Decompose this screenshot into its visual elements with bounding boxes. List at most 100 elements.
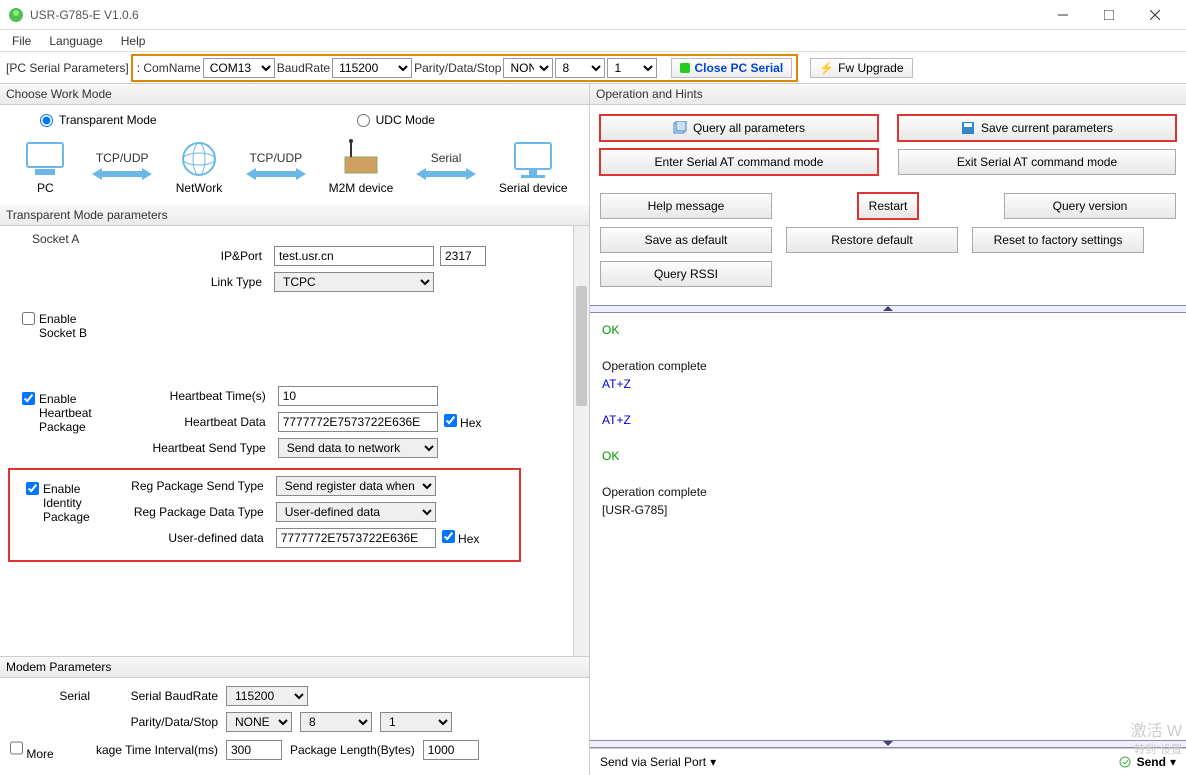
main-split: Choose Work Mode Transparent Mode UDC Mo… [0,84,1186,775]
help-button[interactable]: Help message [600,193,772,219]
log-line: Operation complete [602,485,1174,499]
pc-icon: PC [21,139,69,195]
transparent-params: Socket A IP&Port Link Type TCPC EnableSo… [0,226,589,656]
serial-device-icon: Serial device [499,139,568,195]
bolt-icon: ⚡ [819,61,834,75]
save-default-button[interactable]: Save as default [600,227,772,253]
close-pc-serial-button[interactable]: Close PC Serial [671,58,792,78]
log-line: [USR-G785] [602,503,1174,517]
enable-heartbeat[interactable]: EnableHeartbeatPackage [22,392,92,458]
baudrate-select[interactable]: 115200 [332,58,412,78]
send-button[interactable]: Send ▾ [1119,755,1176,769]
scroll-thumb[interactable] [576,286,587,406]
maximize-button[interactable] [1086,0,1132,30]
restart-button[interactable]: Restart [858,193,918,219]
exit-at-button[interactable]: Exit Serial AT command mode [898,149,1176,175]
reg-send-select[interactable]: Send register data when [276,476,436,496]
modem-header: Modem Parameters [0,656,589,678]
topology-diagram: PC TCP/UDP NetWork TCP/UDP M2M device Se… [0,135,589,205]
enter-at-button[interactable]: Enter Serial AT command mode [600,149,878,175]
ipport-label: IP&Port [8,249,268,263]
arrow-2: TCP/UDP [246,151,306,183]
hb-type-select[interactable]: Send data to network [278,438,438,458]
enable-identity[interactable]: EnableIdentityPackage [26,482,90,548]
pc-serial-params-label: [PC Serial Parameters] [6,61,129,75]
splitter-2[interactable] [590,740,1186,748]
linktype-select[interactable]: TCPC [274,272,434,292]
enable-socket-b[interactable]: EnableSocket B [22,312,581,340]
reg-data-select[interactable]: User-defined data [276,502,436,522]
menu-language[interactable]: Language [41,32,110,50]
work-mode-header: Choose Work Mode [0,84,589,105]
arrow-1: TCP/UDP [92,151,152,183]
splitter-1[interactable] [590,305,1186,313]
interval-input[interactable] [226,740,282,760]
log-line: OK [602,449,1174,463]
chevron-down-icon: ▾ [1170,755,1176,769]
network-icon: NetWork [175,139,223,195]
parity-select[interactable]: NONE [503,58,553,78]
hb-time-input[interactable] [278,386,438,406]
app-icon [8,7,24,23]
baudrate-label: BaudRate [277,61,330,75]
restore-default-button[interactable]: Restore default [786,227,958,253]
fw-upgrade-button[interactable]: ⚡Fw Upgrade [810,58,912,78]
port-input[interactable] [440,246,486,266]
modem-stop-select[interactable]: 1 [380,712,452,732]
hb-data-input[interactable] [278,412,438,432]
left-panel: Choose Work Mode Transparent Mode UDC Mo… [0,84,590,775]
menu-file[interactable]: File [4,32,39,50]
minimize-button[interactable] [1040,0,1086,30]
ops-header: Operation and Hints [590,84,1186,105]
watermark-sub: 转到"设置 [1134,741,1182,757]
serial-params-group: : ComName COM13 BaudRate 115200 Parity/D… [131,54,798,82]
interval-label: kage Time Interval(ms) [78,743,218,757]
ud-hex-checkbox[interactable]: Hex [442,530,480,546]
log-line: Operation complete [602,359,1174,373]
ip-input[interactable] [274,246,434,266]
transparent-mode-radio[interactable]: Transparent Mode [40,113,157,127]
hb-data-label: Heartbeat Data [92,415,272,429]
modem-serial-label: Serial [10,689,90,703]
log-area: OK Operation complete AT+Z AT+Z OK Opera… [590,313,1186,740]
work-mode-radios: Transparent Mode UDC Mode [0,105,589,135]
modem-baud-label: Serial BaudRate [98,689,218,703]
pkglen-input[interactable] [423,740,479,760]
modem-pds-label: Parity/Data/Stop [98,715,218,729]
query-all-button[interactable]: Query all parameters [600,115,878,141]
reg-data-label: Reg Package Data Type [90,505,270,519]
save-icon [961,121,975,135]
log-line: AT+Z [602,413,1174,427]
reset-factory-button[interactable]: Reset to factory settings [972,227,1144,253]
databits-select[interactable]: 8 [555,58,605,78]
pkglen-label: Package Length(Bytes) [290,743,415,757]
ud-input[interactable] [276,528,436,548]
close-button[interactable] [1132,0,1178,30]
params-scrollbar[interactable] [573,226,589,656]
titlebar: USR-G785-E V1.0.6 [0,0,1186,30]
query-rssi-button[interactable]: Query RSSI [600,261,772,287]
stopbits-select[interactable]: 1 [607,58,657,78]
m2m-icon: M2M device [329,139,394,195]
splitter-grip-icon [873,306,903,312]
save-params-button[interactable]: Save current parameters [898,115,1176,141]
toolbar: [PC Serial Parameters] : ComName COM13 B… [0,52,1186,84]
modem-baud-select[interactable]: 115200 [226,686,308,706]
send-via-dropdown[interactable]: Send via Serial Port ▾ [600,755,716,769]
udc-mode-radio[interactable]: UDC Mode [357,113,435,127]
modem-data-select[interactable]: 8 [300,712,372,732]
modem-parity-select[interactable]: NONE [226,712,292,732]
log-line: AT+Z [602,377,1174,391]
splitter-grip-icon [873,741,903,747]
right-panel: Operation and Hints Query all parameters… [590,84,1186,775]
comname-select[interactable]: COM13 [203,58,275,78]
query-version-button[interactable]: Query version [1004,193,1176,219]
send-bar: Send via Serial Port ▾ Send ▾ [590,748,1186,775]
hb-hex-checkbox[interactable]: Hex [444,414,482,430]
more-checkbox[interactable]: More [10,738,70,761]
params-header: Transparent Mode parameters [0,205,589,226]
menu-help[interactable]: Help [113,32,154,50]
watermark: 激活 W [1130,717,1182,741]
log-line: OK [602,323,1174,337]
hb-type-label: Heartbeat Send Type [92,441,272,455]
